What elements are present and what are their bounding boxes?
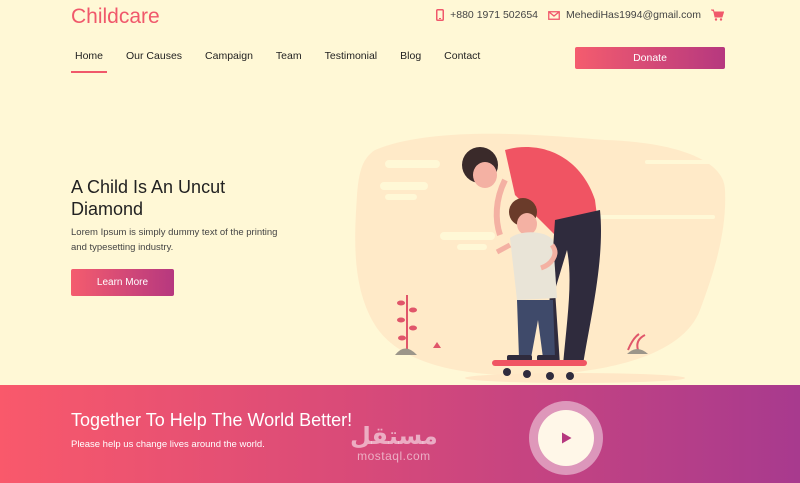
play-icon	[561, 432, 571, 444]
play-button-inner	[538, 410, 594, 466]
cart-icon	[711, 9, 724, 21]
cart-button[interactable]	[711, 9, 724, 21]
main-nav: Home Our Causes Campaign Team Testimonia…	[71, 50, 499, 73]
watermark-latin: mostaql.com	[357, 449, 431, 463]
hero-text-line1: Lorem Ipsum is simply dummy text of the …	[71, 227, 278, 238]
play-video-button[interactable]	[529, 401, 603, 475]
nav-testimonial[interactable]: Testimonial	[321, 50, 382, 73]
nav-team[interactable]: Team	[272, 50, 306, 73]
learn-more-button[interactable]: Learn More	[71, 269, 174, 296]
header-contact: +880 1971 502654 MehediHas1994@gmail.com	[426, 9, 724, 21]
banner-title: Together To Help The World Better!	[71, 410, 353, 430]
email-contact[interactable]: MehediHas1994@gmail.com	[548, 9, 701, 21]
nav-home[interactable]: Home	[71, 50, 108, 73]
nav-contact[interactable]: Contact	[440, 50, 484, 73]
cta-banner: Together To Help The World Better! Pleas…	[0, 385, 800, 483]
phone-icon	[436, 9, 445, 21]
hero-description: Lorem Ipsum is simply dummy text of the …	[71, 225, 291, 255]
hero-illustration	[355, 133, 726, 383]
email-address: MehediHas1994@gmail.com	[566, 9, 701, 21]
hero-title-line2: Diamond	[71, 199, 144, 219]
donate-button[interactable]: Donate	[575, 47, 725, 69]
envelope-icon	[548, 10, 560, 20]
watermark: مستقل mostaql.com	[350, 423, 438, 463]
nav-campaign[interactable]: Campaign	[201, 50, 257, 73]
hero-title-line1: A Child Is An Uncut	[71, 177, 226, 197]
nav-blog[interactable]: Blog	[396, 50, 425, 73]
phone-number: +880 1971 502654	[450, 9, 539, 21]
logo[interactable]: Childcare	[71, 5, 160, 29]
hero-text-line2: and typesetting industry.	[71, 242, 174, 253]
nav-our-causes[interactable]: Our Causes	[122, 50, 186, 73]
watermark-arabic: مستقل	[350, 422, 438, 450]
banner-subtitle: Please help us change lives around the w…	[71, 439, 265, 450]
phone-contact[interactable]: +880 1971 502654	[436, 9, 538, 21]
hero-title: A Child Is An Uncut Diamond	[71, 176, 301, 220]
